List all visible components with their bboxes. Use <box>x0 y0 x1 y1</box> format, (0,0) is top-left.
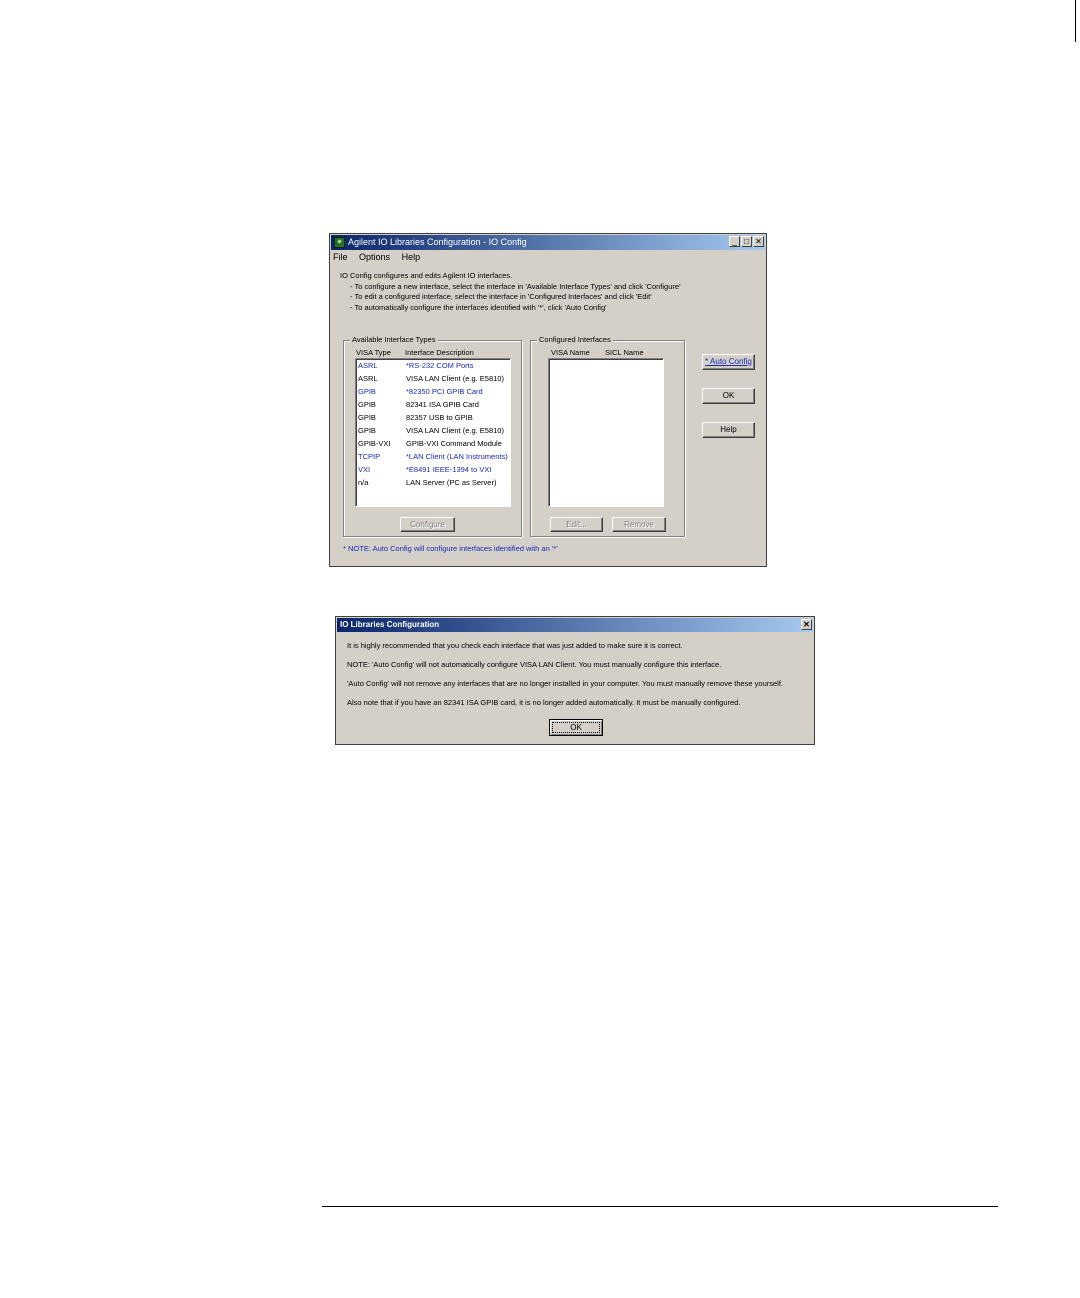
dialog-message: It is highly recommended that you check … <box>347 641 683 650</box>
interface-description: *82350 PCI GPIB Card <box>406 387 483 396</box>
intro-text: IO Config configures and edits Agilent I… <box>340 271 681 313</box>
agilent-app-icon: ✷ <box>334 237 345 248</box>
interface-visa-type: ASRL <box>358 374 378 383</box>
interface-description: *LAN Client (LAN Instruments) <box>406 452 508 461</box>
interface-visa-type: ASRL <box>358 361 378 370</box>
interface-description: 82357 USB to GPIB <box>406 413 473 422</box>
col-sicl-name: SICL Name <box>605 348 644 357</box>
edit-button[interactable]: Edit... <box>550 517 603 532</box>
dialog-close-button[interactable]: ✕ <box>801 619 812 630</box>
ok-button[interactable]: OK <box>702 388 755 404</box>
intro-line: IO Config configures and edits Agilent I… <box>340 271 513 280</box>
interface-type-row[interactable]: GPIB 82341 ISA GPIB Card <box>356 398 510 411</box>
configured-interfaces-group: Configured Interfaces VISA Name SICL Nam… <box>530 335 685 537</box>
intro-bullet: - To configure a new interface, select t… <box>350 281 681 291</box>
interface-description: VISA LAN Client (e.g. E5810) <box>406 426 504 435</box>
auto-config-button[interactable]: * Auto Config <box>702 354 755 370</box>
col-interface-description: Interface Description <box>405 348 474 357</box>
configure-button[interactable]: Configure <box>400 517 455 532</box>
close-button[interactable]: ✕ <box>753 236 764 247</box>
available-interfaces-group: Available Interface Types VISA Type Inte… <box>343 335 522 537</box>
dialog-message: NOTE: 'Auto Config' will not automatical… <box>347 660 722 669</box>
interface-description: VISA LAN Client (e.g. E5810) <box>406 374 504 383</box>
menu-bar: File Options Help <box>333 251 429 263</box>
available-interfaces-list[interactable]: ASRL *RS-232 COM Ports ASRL VISA LAN Client… <box>355 358 511 507</box>
io-config-window: ✷ Agilent IO Libraries Configuration - I… <box>329 233 767 567</box>
page-footer-rule <box>322 1206 998 1207</box>
interface-description: GPIB-VXI Command Module <box>406 439 502 448</box>
interface-description: *E8491 IEEE-1394 to VXI <box>406 465 492 474</box>
interface-type-row[interactable]: n/a LAN Server (PC as Server) <box>356 476 510 489</box>
page-margin-rule <box>1075 0 1076 42</box>
menu-file[interactable]: File <box>333 252 348 262</box>
col-visa-type: VISA Type <box>356 348 391 357</box>
dialog-title: IO Libraries Configuration <box>340 620 440 629</box>
interface-visa-type: GPIB <box>358 413 376 422</box>
minimize-button[interactable]: _ <box>729 236 740 247</box>
interface-type-row[interactable]: TCPIP *LAN Client (LAN Instruments) <box>356 450 510 463</box>
dialog-titlebar[interactable]: IO Libraries Configuration ✕ <box>337 618 813 632</box>
auto-config-note: * NOTE: Auto Config will configure inter… <box>343 544 558 553</box>
interface-visa-type: GPIB <box>358 387 376 396</box>
menu-options[interactable]: Options <box>359 252 390 262</box>
dialog-ok-button[interactable]: OK <box>549 719 603 736</box>
interface-type-row[interactable]: ASRL *RS-232 COM Ports <box>356 359 510 372</box>
interface-visa-type: GPIB <box>358 400 376 409</box>
remove-button[interactable]: Remove <box>612 517 666 532</box>
interface-type-row[interactable]: ASRL VISA LAN Client (e.g. E5810) <box>356 372 510 385</box>
interface-type-row[interactable]: GPIB VISA LAN Client (e.g. E5810) <box>356 424 510 437</box>
interface-visa-type: TCPIP <box>358 452 381 461</box>
interface-description: LAN Server (PC as Server) <box>406 478 497 487</box>
io-libraries-dialog: IO Libraries Configuration ✕ It is highl… <box>335 616 815 745</box>
dialog-message: 'Auto Config' will not remove any interf… <box>347 679 784 688</box>
intro-bullet: - To automatically configure the interfa… <box>350 302 607 312</box>
interface-visa-type: n/a <box>358 478 369 487</box>
available-interfaces-label: Available Interface Types <box>350 335 438 345</box>
interface-type-row[interactable]: VXI *E8491 IEEE-1394 to VXI <box>356 463 510 476</box>
maximize-button[interactable]: □ <box>741 236 752 247</box>
interface-visa-type: VXI <box>358 465 371 474</box>
window-title: Agilent IO Libraries Configuration - IO … <box>348 237 527 247</box>
interface-type-row[interactable]: GPIB *82350 PCI GPIB Card <box>356 385 510 398</box>
intro-bullet: - To edit a configured interface, select… <box>350 292 652 301</box>
interface-visa-type: GPIB <box>358 426 376 435</box>
interface-description: 82341 ISA GPIB Card <box>406 400 479 409</box>
configured-interfaces-list[interactable] <box>548 358 664 507</box>
interface-type-row[interactable]: GPIB 82357 USB to GPIB <box>356 411 510 424</box>
menu-help[interactable]: Help <box>402 252 421 262</box>
dialog-message: Also note that if you have an 82341 ISA … <box>347 698 741 707</box>
help-button[interactable]: Help <box>702 422 755 438</box>
dialog-messages: It is highly recommended that you check … <box>347 641 783 717</box>
col-visa-name: VISA Name <box>551 348 590 357</box>
interface-visa-type: GPIB-VXI <box>358 439 391 448</box>
configured-interfaces-label: Configured Interfaces <box>537 335 613 345</box>
interface-type-row[interactable]: GPIB-VXI GPIB-VXI Command Module <box>356 437 510 450</box>
window-titlebar[interactable]: ✷ Agilent IO Libraries Configuration - I… <box>331 235 765 250</box>
interface-description: *RS-232 COM Ports <box>406 361 474 370</box>
